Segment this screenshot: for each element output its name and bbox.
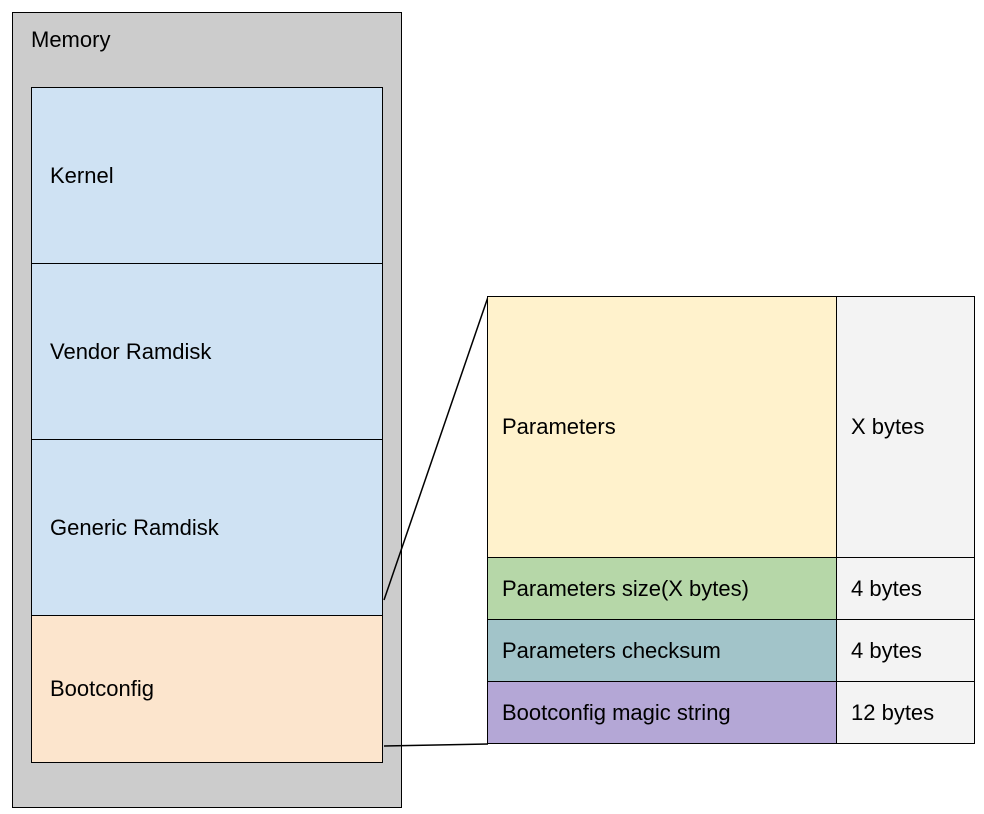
detail-parameters-label: Parameters xyxy=(487,296,837,558)
memory-title: Memory xyxy=(13,13,401,67)
detail-magic-label: Bootconfig magic string xyxy=(487,682,837,744)
detail-parameters-size: X bytes xyxy=(837,296,975,558)
detail-row-checksum: Parameters checksum 4 bytes xyxy=(487,620,975,682)
detail-row-parameters: Parameters X bytes xyxy=(487,296,975,558)
detail-checksum-bytes: 4 bytes xyxy=(837,620,975,682)
detail-size-label: Parameters size(X bytes) xyxy=(487,558,837,620)
detail-row-magic-string: Bootconfig magic string 12 bytes xyxy=(487,682,975,744)
memory-container: Memory Kernel Vendor Ramdisk Generic Ram… xyxy=(12,12,402,808)
detail-checksum-label: Parameters checksum xyxy=(487,620,837,682)
detail-size-bytes: 4 bytes xyxy=(837,558,975,620)
block-generic-ramdisk: Generic Ramdisk xyxy=(32,440,382,616)
block-bootconfig: Bootconfig xyxy=(32,616,382,762)
block-vendor-ramdisk: Vendor Ramdisk xyxy=(32,264,382,440)
block-kernel: Kernel xyxy=(32,88,382,264)
detail-row-parameters-size: Parameters size(X bytes) 4 bytes xyxy=(487,558,975,620)
memory-blocks: Kernel Vendor Ramdisk Generic Ramdisk Bo… xyxy=(31,87,383,763)
bootconfig-detail: Parameters X bytes Parameters size(X byt… xyxy=(487,296,975,744)
detail-magic-bytes: 12 bytes xyxy=(837,682,975,744)
